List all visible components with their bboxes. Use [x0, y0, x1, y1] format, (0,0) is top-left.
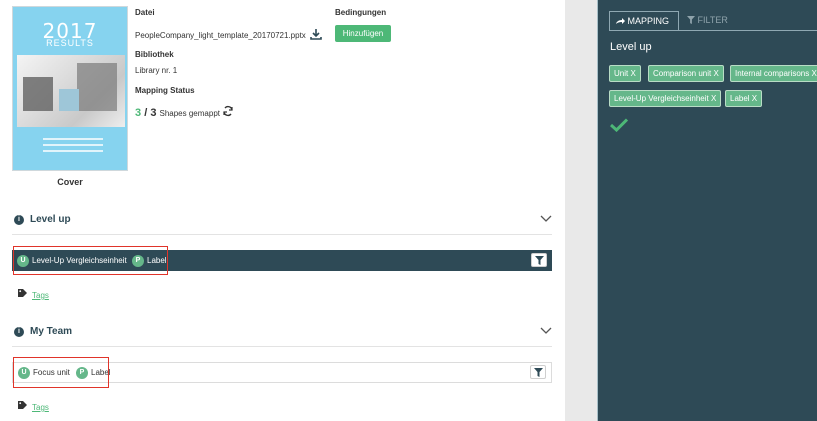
- mapping-chip-label[interactable]: Label X: [725, 90, 763, 107]
- mapped-count: 3: [135, 107, 142, 119]
- cover-photo: [17, 55, 125, 127]
- tag-icon: [18, 401, 27, 409]
- app-root: 2017 RESULTS Cover Datei PeopleCompany_l…: [0, 0, 817, 421]
- section-title: My Team: [30, 326, 73, 337]
- chevron-down-icon[interactable]: [540, 325, 552, 335]
- library-value: Library nr. 1: [135, 66, 178, 75]
- tab-filter[interactable]: FILTER: [681, 11, 751, 30]
- refresh-icon[interactable]: [222, 105, 234, 117]
- file-name: PeopleCompany_light_template_20170721.pp…: [135, 31, 306, 40]
- check-icon: [610, 118, 628, 132]
- section-my-team-header[interactable]: i My Team: [12, 323, 552, 343]
- mapping-chip-level-up[interactable]: Level-Up Vergleichseinheit X: [609, 90, 722, 107]
- filter-icon: [534, 368, 543, 377]
- chevron-down-icon[interactable]: [540, 213, 552, 223]
- tab-mapping[interactable]: MAPPING: [609, 11, 679, 30]
- mapping-suffix: Shapes gemappt: [159, 109, 221, 118]
- cover-label: Cover: [57, 177, 83, 187]
- add-condition-button[interactable]: Hinzufügen: [335, 25, 391, 42]
- info-icon: i: [14, 327, 24, 337]
- mapping-chip-comparison-unit[interactable]: Comparison unit X: [648, 65, 724, 82]
- download-icon[interactable]: [310, 28, 322, 40]
- tag-icon: [18, 289, 27, 297]
- panel-title: Level up: [610, 41, 652, 53]
- section-title: Level up: [30, 214, 71, 225]
- highlight-box: [13, 357, 109, 388]
- cover-results: RESULTS: [46, 38, 94, 48]
- mapping-status-value: 3 / 3 Shapes gemappt: [135, 107, 220, 119]
- tags-link[interactable]: Tags: [32, 403, 49, 412]
- filter-button[interactable]: [530, 365, 546, 379]
- mapping-slash: /: [144, 107, 148, 119]
- info-icon: i: [14, 215, 24, 225]
- mapping-panel: MAPPING FILTER Level up Unit X Compariso…: [597, 0, 817, 421]
- filter-icon: [535, 256, 544, 265]
- mapping-chip-unit[interactable]: Unit X: [609, 65, 641, 82]
- filter-button[interactable]: [531, 253, 547, 267]
- share-arrow-icon: [616, 18, 625, 24]
- splitter[interactable]: [565, 0, 597, 421]
- highlight-box: [13, 246, 168, 275]
- mapping-chip-internal-comparisons[interactable]: Internal comparisons X: [730, 65, 817, 82]
- library-label: Bibliothek: [135, 50, 174, 59]
- cover-text-lines: [43, 138, 103, 156]
- left-panel: 2017 RESULTS Cover Datei PeopleCompany_l…: [0, 0, 565, 421]
- cover-thumbnail[interactable]: 2017 RESULTS: [12, 6, 128, 171]
- mapping-status-label: Mapping Status: [135, 86, 195, 95]
- filter-icon: [687, 16, 695, 24]
- tab-filter-label: FILTER: [697, 15, 728, 25]
- conditions-label: Bedingungen: [335, 8, 387, 17]
- section-divider: [12, 346, 552, 347]
- section-level-up-header[interactable]: i Level up: [12, 211, 552, 231]
- tab-mapping-label: MAPPING: [627, 16, 670, 26]
- section-divider: [12, 234, 552, 235]
- total-count: 3: [150, 107, 157, 119]
- tab-underline: [609, 30, 817, 31]
- tags-link[interactable]: Tags: [32, 291, 49, 300]
- datei-label: Datei: [135, 8, 155, 17]
